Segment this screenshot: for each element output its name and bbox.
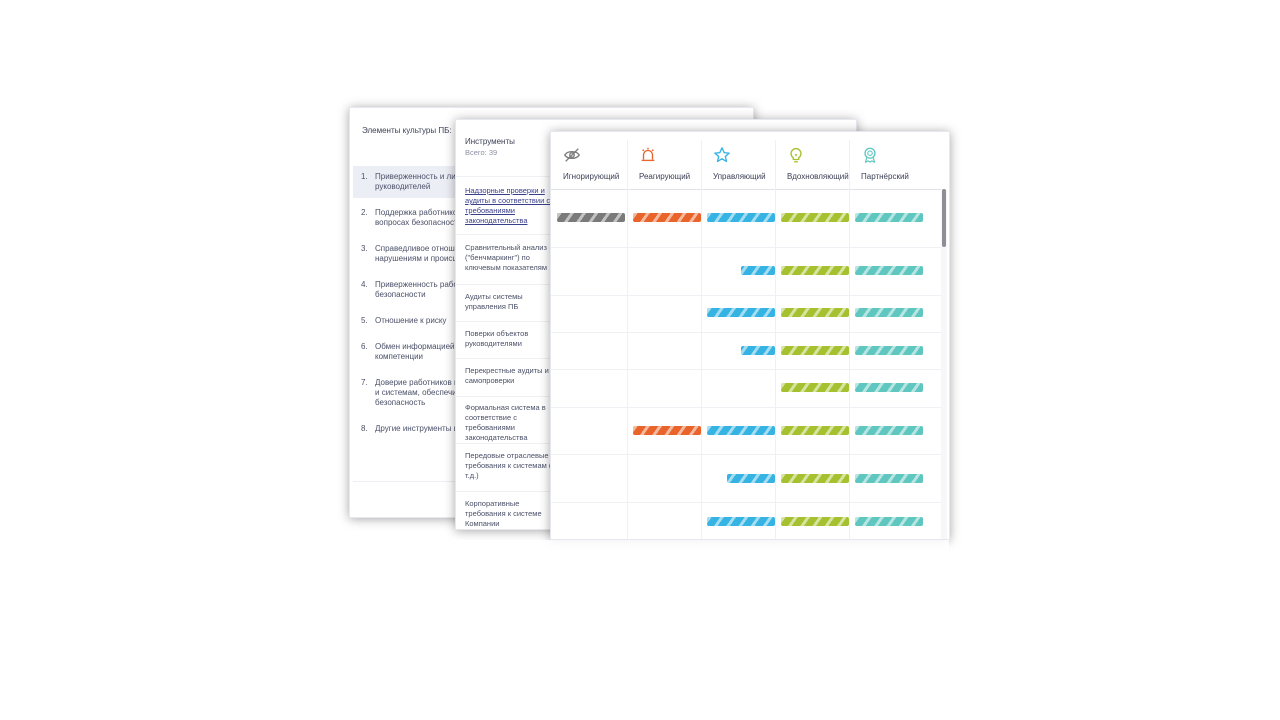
divider [456, 321, 556, 322]
level-bar [707, 517, 775, 526]
level-bar [855, 213, 923, 222]
level-bar [855, 383, 923, 392]
tool-item[interactable]: Формальная система в соответствие с треб… [456, 403, 556, 443]
column-divider [849, 140, 850, 539]
alarm-bell-icon [641, 147, 655, 162]
row-divider [551, 332, 941, 333]
level-bar [855, 426, 923, 435]
level-bar [741, 346, 775, 355]
scrollbar-thumb[interactable] [942, 189, 946, 247]
divider [456, 491, 556, 492]
level-bar [781, 266, 849, 275]
row-divider [551, 407, 941, 408]
row-divider [551, 454, 941, 455]
row-divider [551, 369, 941, 370]
row-divider [551, 502, 941, 503]
row-divider [551, 247, 941, 248]
level-bar [707, 426, 775, 435]
tool-item[interactable]: Перекрестные аудиты и самопроверки [456, 366, 556, 386]
level-bar [781, 383, 849, 392]
tools-title: Инструменты [465, 137, 515, 146]
level-bar [781, 517, 849, 526]
divider [456, 443, 556, 444]
level-bar [781, 213, 849, 222]
eye-crossed-icon [564, 148, 580, 162]
tools-total: Всего: 39 [465, 148, 498, 157]
level-bar [633, 426, 701, 435]
level-bar [707, 213, 775, 222]
tool-item[interactable]: Передовые отраслевые требования к систем… [456, 451, 556, 481]
tool-item[interactable]: Корпоративные требования к системе Компа… [456, 499, 556, 529]
level-bar [781, 474, 849, 483]
level-bar [781, 308, 849, 317]
level-header-partner[interactable]: Партнёрский [849, 132, 941, 189]
level-bar [855, 266, 923, 275]
level-bar [633, 213, 701, 222]
column-divider [775, 140, 776, 539]
divider [456, 176, 556, 177]
level-bar [855, 517, 923, 526]
level-bar [741, 266, 775, 275]
level-bar [727, 474, 775, 483]
level-header-inspiring[interactable]: Вдохновляющий [775, 132, 849, 189]
column-divider [701, 140, 702, 539]
levels-panel: Игнорирующий Реагирующий Управляющий Вдо… [550, 131, 950, 540]
level-header-reacting[interactable]: Реагирующий [627, 132, 701, 189]
level-bar [557, 213, 625, 222]
elements-title: Элементы культуры ПБ: [362, 126, 452, 135]
medal-icon [864, 147, 876, 163]
lightbulb-icon [790, 147, 802, 163]
divider [456, 396, 556, 397]
row-divider [551, 295, 941, 296]
level-bar [855, 308, 923, 317]
level-bar [707, 308, 775, 317]
divider [456, 284, 556, 285]
header-divider [551, 189, 941, 190]
level-bar [855, 346, 923, 355]
tool-item[interactable]: Сравнительный анализ ("бенчмаркинг") по … [456, 243, 556, 273]
column-divider [627, 140, 628, 539]
level-bar [781, 426, 849, 435]
star-icon [714, 147, 730, 163]
divider [456, 358, 556, 359]
level-header-ignoring[interactable]: Игнорирующий [551, 132, 627, 189]
tool-item[interactable]: Аудиты системы управления ПБ [456, 292, 556, 312]
level-bar [855, 474, 923, 483]
tool-item[interactable]: Поверки объектов руководителями [456, 329, 556, 349]
level-bar [781, 346, 849, 355]
level-header-managing[interactable]: Управляющий [701, 132, 775, 189]
divider [456, 234, 556, 235]
tool-item-link[interactable]: Надзорные проверки и аудиты в соответств… [456, 186, 556, 226]
reflection [349, 540, 949, 720]
